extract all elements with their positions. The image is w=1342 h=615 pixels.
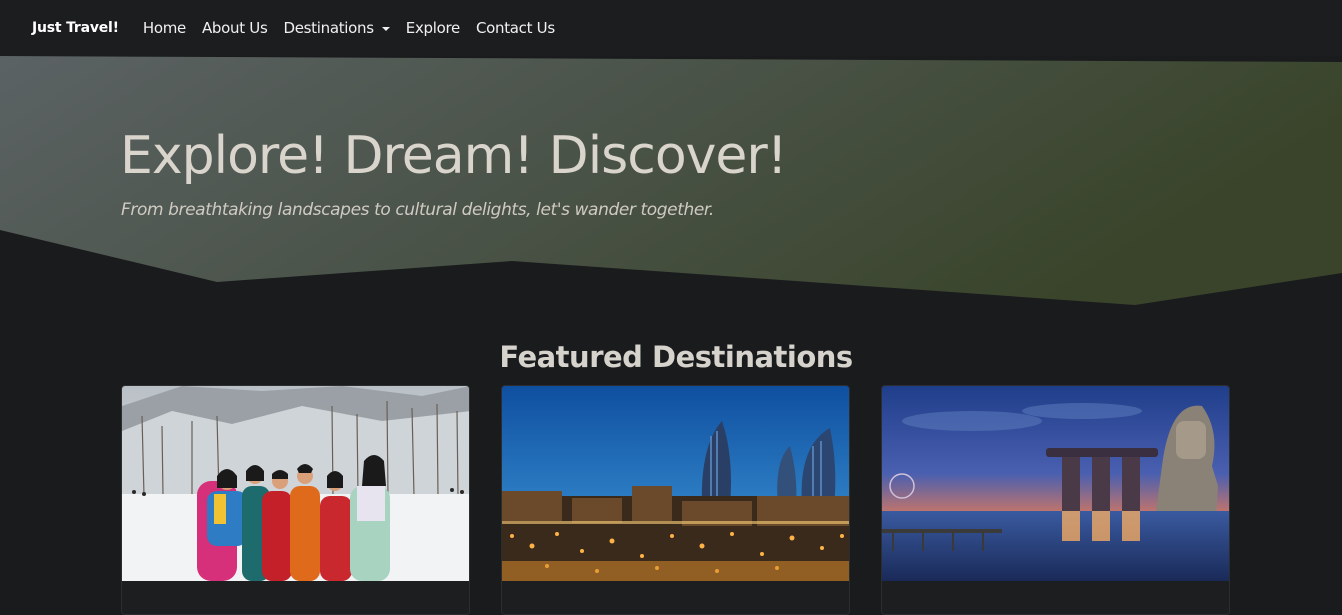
nav-link-label: Destinations [283, 19, 374, 37]
nav-link-label: Home [142, 19, 186, 37]
caret-down-icon [381, 27, 390, 31]
nav-link-label: About Us [201, 19, 268, 37]
nav-link-explore[interactable]: Explore [406, 19, 460, 37]
nav-link-label: Contact Us [475, 19, 555, 37]
nav-link-about[interactable]: About Us [202, 19, 268, 37]
featured-destinations-title: Featured Destinations [499, 340, 853, 374]
nav-links: Home About Us Destinations Explore Conta… [143, 19, 571, 37]
brand-logo[interactable]: Just Travel! [32, 20, 119, 36]
city-night-image [502, 386, 849, 581]
nav-link-label: Explore [405, 19, 460, 37]
hero-subtitle: From breathtaking landscapes to cultural… [121, 200, 714, 220]
hero-title: Explore! Dream! Discover! [120, 126, 788, 186]
destination-card[interactable] [501, 385, 850, 615]
destination-card[interactable] [881, 385, 1230, 615]
city-sunset-image [882, 386, 1229, 581]
navbar: Just Travel! Home About Us Destinations … [0, 0, 1342, 56]
hero-banner: Explore! Dream! Discover! From breathtak… [0, 56, 1342, 306]
nav-link-contact[interactable]: Contact Us [476, 19, 555, 37]
destination-card[interactable] [121, 385, 470, 615]
nav-dropdown-destinations[interactable]: Destinations [283, 19, 390, 37]
snow-group-image [122, 386, 469, 581]
nav-link-home[interactable]: Home [143, 19, 186, 37]
